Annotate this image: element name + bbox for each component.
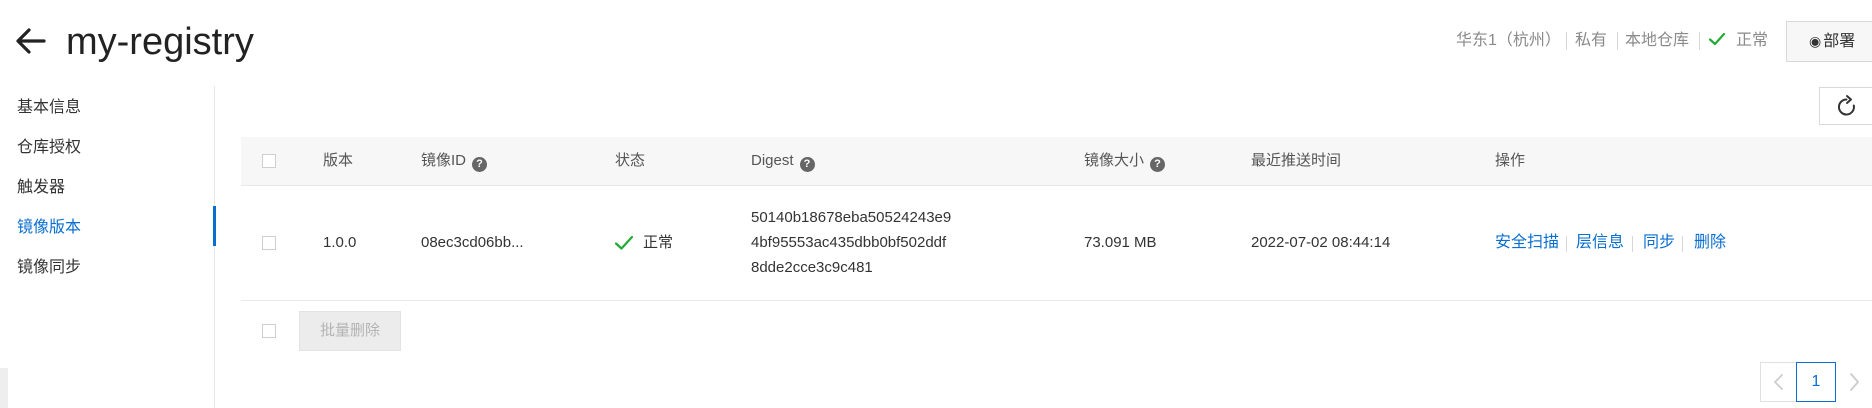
region-label: 华东1（杭州） <box>1456 32 1561 49</box>
sidebar-item-repo-auth[interactable]: 仓库授权 <box>17 137 81 159</box>
refresh-icon <box>1838 95 1855 116</box>
repo-type-label: 本地仓库 <box>1625 32 1690 49</box>
column-actions: 操作 <box>1495 152 1526 169</box>
status-cell: 正常 <box>643 234 674 251</box>
page-number-button[interactable]: 1 <box>1796 362 1836 402</box>
digest-line: 8dde2cce3c9c481 <box>751 259 873 276</box>
column-digest: Digest? <box>751 150 815 172</box>
row-divider <box>241 300 1872 301</box>
back-arrow-icon[interactable] <box>14 22 48 60</box>
sidebar-active-indicator <box>213 206 216 246</box>
meta-divider <box>1617 32 1618 50</box>
deploy-button[interactable]: ◉ 部署 <box>1786 21 1872 62</box>
cube-icon: ◉ <box>1809 33 1822 49</box>
column-image-id: 镜像ID? <box>421 150 488 172</box>
meta-divider <box>1699 32 1700 50</box>
page-title: my-registry <box>66 21 254 63</box>
action-divider <box>1682 236 1683 252</box>
check-icon <box>1708 32 1726 46</box>
batch-select-checkbox[interactable] <box>262 324 276 338</box>
action-divider <box>1632 236 1633 252</box>
check-icon <box>614 235 634 250</box>
next-page-button <box>1836 362 1872 402</box>
image-id-cell: 08ec3cd06bb... <box>421 234 524 251</box>
sync-link[interactable]: 同步 <box>1643 232 1675 254</box>
size-cell: 73.091 MB <box>1084 234 1157 251</box>
digest-line: 50140b18678eba50524243e9 <box>751 209 952 226</box>
repo-status-label: 正常 <box>1736 32 1769 49</box>
side-handle[interactable] <box>0 368 8 408</box>
pushed-time-cell: 2022-07-02 08:44:14 <box>1251 234 1391 251</box>
refresh-button[interactable] <box>1819 87 1872 125</box>
security-scan-link[interactable]: 安全扫描 <box>1495 232 1559 254</box>
select-all-checkbox[interactable] <box>262 154 276 168</box>
batch-delete-button: 批量删除 <box>299 311 401 351</box>
delete-link[interactable]: 删除 <box>1694 232 1726 254</box>
prev-page-button <box>1760 362 1798 402</box>
action-divider <box>1566 236 1567 252</box>
sidebar-item-triggers[interactable]: 触发器 <box>17 177 65 199</box>
visibility-label: 私有 <box>1575 32 1608 49</box>
version-cell: 1.0.0 <box>323 234 357 251</box>
sidebar-item-image-sync[interactable]: 镜像同步 <box>17 257 81 279</box>
layer-info-link[interactable]: 层信息 <box>1576 232 1624 254</box>
sidebar-item-basic-info[interactable]: 基本信息 <box>17 97 81 119</box>
column-size: 镜像大小? <box>1084 150 1166 172</box>
row-checkbox[interactable] <box>262 236 276 250</box>
meta-divider <box>1566 32 1567 50</box>
help-icon[interactable]: ? <box>472 157 488 172</box>
column-pushed-time: 最近推送时间 <box>1251 152 1342 169</box>
sidebar-item-image-versions[interactable]: 镜像版本 <box>17 217 81 239</box>
chevron-left-icon <box>1774 374 1783 390</box>
column-status: 状态 <box>615 152 646 169</box>
digest-line: 4bf95553ac435dbb0bf502ddf <box>751 234 947 251</box>
chevron-right-icon <box>1850 373 1859 391</box>
help-icon[interactable]: ? <box>1150 157 1166 172</box>
column-version: 版本 <box>323 152 354 169</box>
sidebar-divider <box>214 86 215 408</box>
help-icon[interactable]: ? <box>799 157 815 172</box>
deploy-label: 部署 <box>1823 33 1856 50</box>
